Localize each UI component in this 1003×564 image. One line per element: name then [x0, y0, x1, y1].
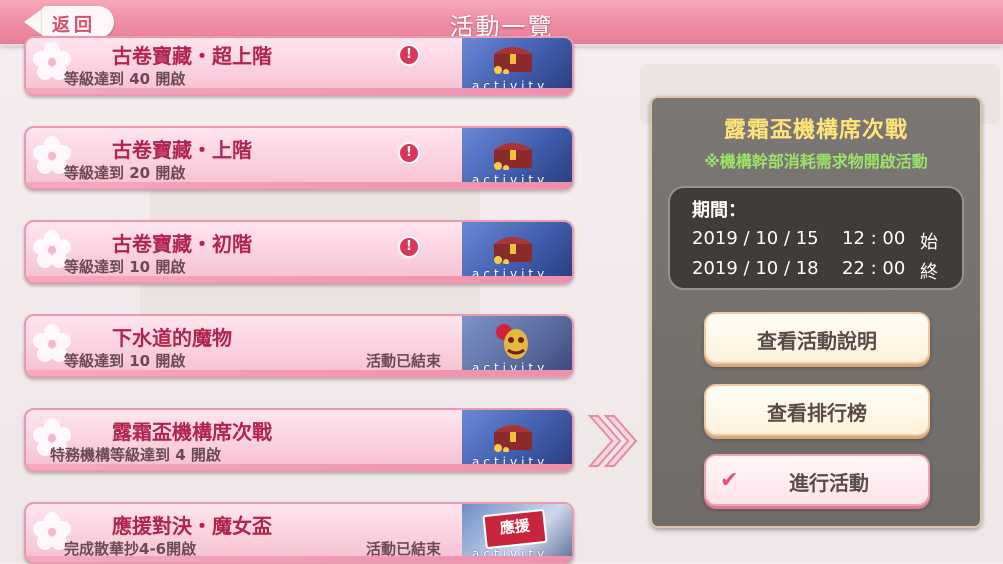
- button-label: 進行活動: [789, 471, 869, 495]
- event-thumbnail: activity: [462, 128, 572, 188]
- event-requirement: 等級達到 40 開啟: [64, 70, 186, 88]
- start-date: 2019 / 10 / 15: [692, 228, 819, 249]
- end-time: 22 : 00: [842, 258, 906, 279]
- end-date: 2019 / 10 / 18: [692, 258, 819, 279]
- double-chevron-right-icon: [588, 415, 638, 467]
- event-title: 古卷寶藏・超上階: [112, 44, 272, 68]
- alert-icon: !: [400, 144, 418, 162]
- event-card-frost-cup[interactable]: 露霜盃機構席次戰 特務機構等級達到 4 開啟 activity: [24, 408, 574, 472]
- start-event-button[interactable]: ✔ 進行活動: [704, 454, 930, 506]
- event-requirement: 等級達到 20 開啟: [64, 164, 186, 182]
- button-label: 查看排行榜: [767, 401, 867, 425]
- alert-icon: !: [400, 46, 418, 64]
- event-period: 期間： 2019 / 10 / 15 12 : 00 始 2019 / 10 /…: [668, 186, 964, 290]
- detail-note: ※機構幹部消耗需求物開啟活動: [704, 152, 928, 171]
- event-title: 露霜盃機構席次戰: [112, 420, 272, 444]
- event-status: 活動已結束: [366, 352, 442, 370]
- event-requirement: 特務機構等級達到 4 開啟: [50, 446, 221, 464]
- treasure-chest-icon: [494, 47, 532, 74]
- view-ranking-button[interactable]: 查看排行榜: [704, 384, 930, 436]
- event-card-sewer-monster[interactable]: 下水道的魔物 等級達到 10 開啟 活動已結束 activity: [24, 314, 574, 378]
- treasure-chest-icon: [494, 425, 532, 452]
- event-requirement: 等級達到 10 開啟: [64, 352, 186, 370]
- demon-mask-icon: [496, 324, 528, 359]
- button-label: 查看活動說明: [757, 329, 877, 353]
- event-card-cheer-duel[interactable]: 應援對決・魔女盃 完成散華抄4-6開啟 活動已結束 應援 activity: [24, 502, 574, 564]
- event-card-ancient-scroll-beginner[interactable]: 古卷寶藏・初階 等級達到 10 開啟 ! activity: [24, 220, 574, 284]
- event-thumbnail: activity: [462, 316, 572, 376]
- event-title: 古卷寶藏・初階: [112, 232, 252, 256]
- cheer-sign-label: 應援: [498, 516, 531, 538]
- start-mark: 始: [920, 232, 938, 253]
- event-title: 古卷寶藏・上階: [112, 138, 252, 162]
- event-list[interactable]: 古卷寶藏・超上階 等級達到 40 開啟 ! activity 古卷寶藏・上階 等…: [0, 0, 600, 564]
- view-event-description-button[interactable]: 查看活動說明: [704, 312, 930, 364]
- event-detail-panel: 露霜盃機構席次戰 ※機構幹部消耗需求物開啟活動 期間： 2019 / 10 / …: [650, 96, 982, 528]
- treasure-chest-icon: [494, 237, 532, 264]
- event-thumbnail: activity: [462, 410, 572, 470]
- event-title: 下水道的魔物: [112, 326, 232, 350]
- treasure-chest-icon: [494, 143, 532, 170]
- alert-icon: !: [400, 238, 418, 256]
- event-title: 應援對決・魔女盃: [112, 514, 272, 538]
- detail-title: 露霜盃機構席次戰: [723, 118, 908, 143]
- end-mark: 終: [920, 262, 938, 283]
- event-card-ancient-scroll-upper[interactable]: 古卷寶藏・上階 等級達到 20 開啟 ! activity: [24, 126, 574, 190]
- cheer-sign: 應援: [482, 508, 548, 550]
- event-thumbnail: activity: [462, 38, 572, 94]
- event-thumbnail: 應援 activity: [462, 504, 572, 562]
- period-label: 期間：: [692, 200, 746, 221]
- event-thumbnail: activity: [462, 222, 572, 282]
- start-time: 12 : 00: [842, 228, 906, 249]
- event-requirement: 等級達到 10 開啟: [64, 258, 186, 276]
- event-card-ancient-scroll-super[interactable]: 古卷寶藏・超上階 等級達到 40 開啟 ! activity: [24, 36, 574, 96]
